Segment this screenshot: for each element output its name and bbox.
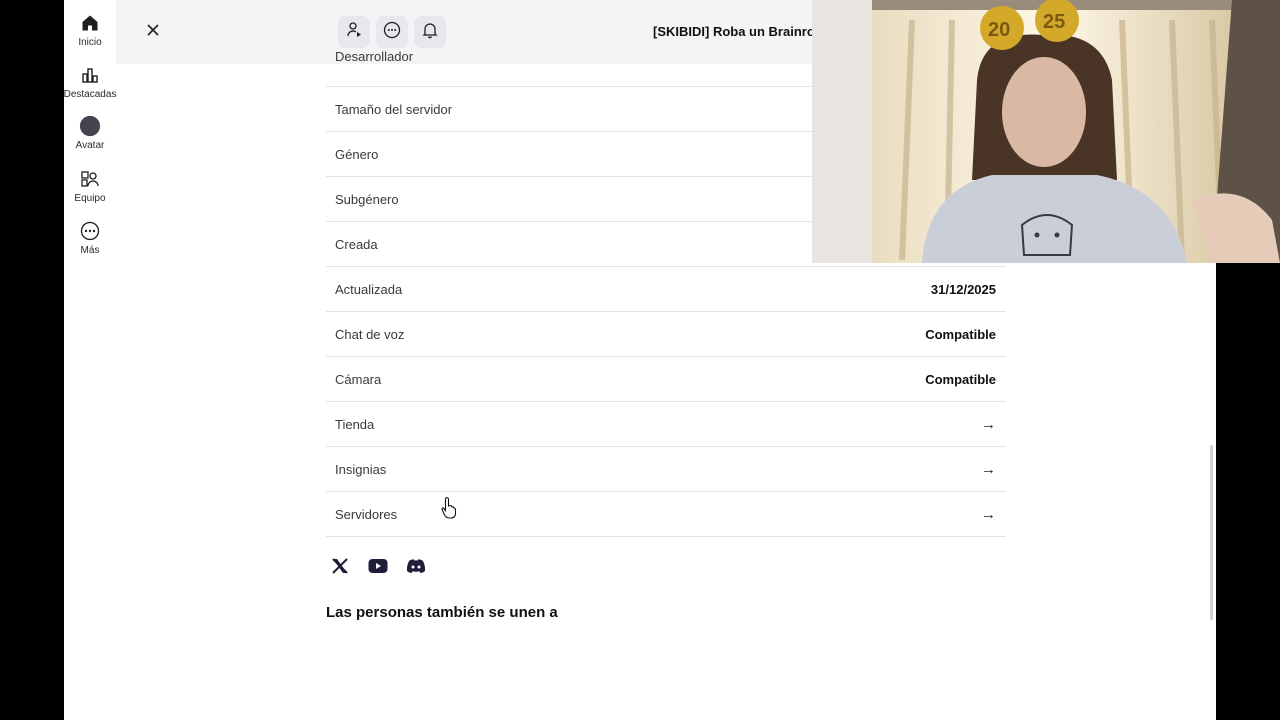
info-row: Chat de voz Compatible: [326, 312, 1006, 357]
info-label: Tamaño del servidor: [335, 101, 453, 117]
badges-link-row[interactable]: Insignias →: [326, 447, 1006, 492]
rail-item-home[interactable]: Inicio: [64, 12, 116, 48]
discord-icon: [406, 558, 426, 579]
x-link[interactable]: [330, 557, 350, 579]
webcam-overlay: 20 25: [812, 0, 1280, 263]
chart-icon: [79, 64, 101, 86]
avatar-icon: [79, 115, 101, 137]
rail-item-avatar[interactable]: Avatar: [64, 115, 116, 151]
social-links: [330, 557, 426, 579]
info-row: Cámara Compatible: [326, 357, 1006, 402]
info-label: Insignias: [335, 461, 387, 477]
info-label: Actualizada: [335, 281, 403, 297]
headband-number: 25: [1043, 11, 1065, 33]
left-nav-rail: Inicio Destacadas Avatar Equipo Más: [64, 0, 116, 720]
servers-link-row[interactable]: Servidores →: [326, 492, 1006, 537]
rail-item-team[interactable]: Equipo: [64, 168, 116, 204]
close-button[interactable]: [141, 20, 165, 44]
team-icon: [79, 168, 101, 190]
chat-icon: [383, 21, 401, 44]
rail-item-featured[interactable]: Destacadas: [64, 64, 116, 100]
scrollbar[interactable]: [1210, 445, 1213, 620]
info-value: 31/12/2025: [930, 281, 996, 297]
rail-label: Inicio: [78, 37, 102, 48]
info-value: Compatible: [925, 371, 996, 387]
arrow-right-icon: →: [981, 505, 996, 523]
store-link-row[interactable]: Tienda →: [326, 402, 1006, 447]
rail-item-more[interactable]: Más: [64, 220, 116, 256]
bell-icon: [421, 21, 439, 44]
arrow-right-icon: →: [981, 460, 996, 478]
rail-label: Más: [80, 245, 100, 256]
discord-link[interactable]: [406, 557, 426, 579]
info-label: Creada: [335, 236, 378, 252]
info-label: Chat de voz: [335, 326, 405, 342]
info-label: Cámara: [335, 371, 382, 387]
webcam-video-feed: 20 25: [812, 0, 1280, 263]
close-icon: [146, 23, 160, 42]
game-title: [SKIBIDI] Roba un Brainrot: [653, 24, 820, 39]
headband-number: 20: [988, 19, 1010, 41]
youtube-link[interactable]: [368, 557, 388, 579]
rail-label: Destacadas: [64, 89, 117, 100]
x-icon: [331, 557, 349, 580]
home-icon: [79, 12, 101, 34]
rail-label: Avatar: [75, 140, 105, 151]
info-label: Subgénero: [335, 191, 399, 207]
arrow-right-icon: →: [981, 415, 996, 433]
info-label: Servidores: [335, 506, 398, 522]
info-label: Desarrollador: [335, 49, 414, 64]
rail-label: Equipo: [74, 193, 106, 204]
info-value: Compatible: [925, 326, 996, 342]
section-heading-also-join: Las personas también se unen a: [326, 604, 558, 621]
info-label: Género: [335, 146, 379, 162]
info-label: Tienda: [335, 416, 375, 432]
more-icon: [79, 220, 101, 242]
youtube-icon: [368, 558, 388, 579]
hand-cursor-icon: [441, 497, 457, 524]
add-friend-icon: [345, 21, 363, 44]
info-row: Actualizada 31/12/2025: [326, 267, 1006, 312]
